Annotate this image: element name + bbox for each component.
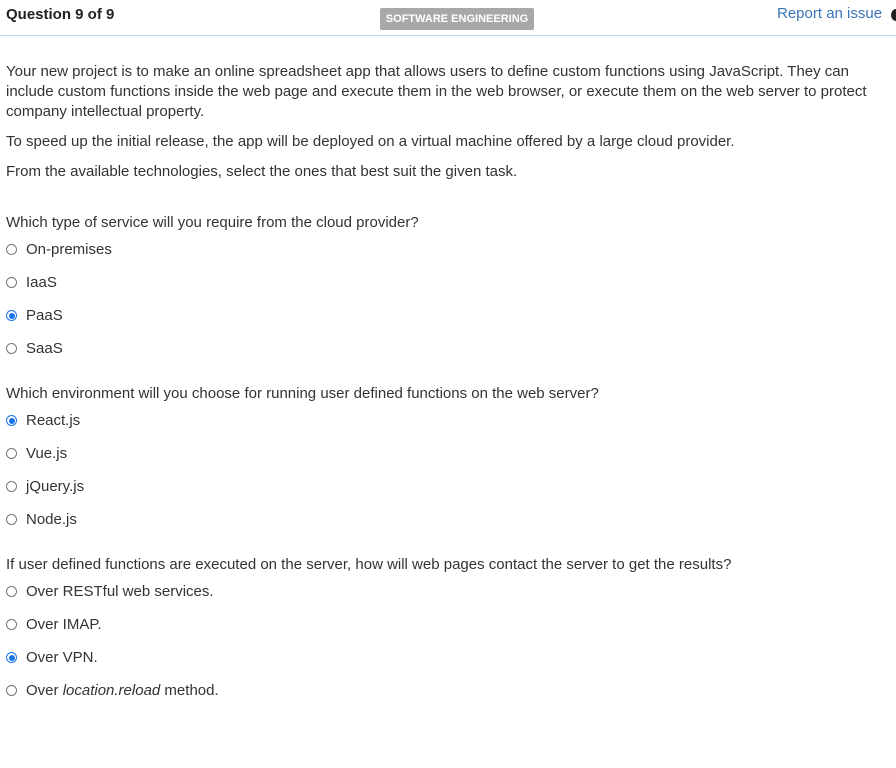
option-label: Over location.reload method. — [26, 682, 219, 699]
option-label: PaaS — [26, 307, 63, 324]
radio-icon[interactable] — [6, 685, 17, 696]
option-location-reload[interactable]: Over location.reload method. — [6, 674, 890, 707]
option-label: SaaS — [26, 340, 63, 357]
question-prompt-environment: Which environment will you choose for ru… — [6, 385, 599, 402]
option-label: Node.js — [26, 511, 77, 528]
option-label: Over VPN. — [26, 649, 98, 666]
question-counter: Question 9 of 9 — [6, 6, 115, 23]
radio-icon[interactable] — [6, 244, 17, 255]
radio-checked-icon[interactable] — [6, 652, 17, 663]
option-saas[interactable]: SaaS — [6, 332, 890, 365]
question-header: Question 9 of 9 SOFTWARE ENGINEERING Rep… — [0, 0, 896, 36]
option-label-code: location.reload — [62, 682, 161, 699]
option-label: Over IMAP. — [26, 616, 102, 633]
category-badge: SOFTWARE ENGINEERING — [380, 8, 534, 30]
option-label-prefix: Over — [26, 682, 63, 699]
radio-checked-icon[interactable] — [6, 415, 17, 426]
question-content: Your new project is to make an online sp… — [6, 62, 890, 707]
radio-icon[interactable] — [6, 586, 17, 597]
radio-icon[interactable] — [6, 619, 17, 630]
option-imap[interactable]: Over IMAP. — [6, 608, 890, 641]
radio-icon[interactable] — [6, 481, 17, 492]
option-label: jQuery.js — [26, 478, 85, 495]
option-label-suffix: method. — [160, 682, 219, 699]
option-on-premises[interactable]: On-premises — [6, 233, 890, 266]
option-label: Over RESTful web services. — [26, 583, 214, 600]
report-issue-link[interactable]: Report an issue — [777, 5, 882, 22]
options-environment: React.js Vue.js jQuery.js Node.js — [6, 404, 890, 536]
options-service: On-premises IaaS PaaS SaaS — [6, 233, 890, 365]
radio-icon[interactable] — [6, 448, 17, 459]
option-label: React.js — [26, 412, 81, 429]
option-jquery[interactable]: jQuery.js — [6, 470, 890, 503]
question-prompt-service: Which type of service will you require f… — [6, 214, 419, 231]
option-label: Vue.js — [26, 445, 68, 462]
report-issue-icon[interactable] — [891, 9, 896, 21]
option-node[interactable]: Node.js — [6, 503, 890, 536]
intro-paragraph: Your new project is to make an online sp… — [6, 63, 867, 120]
option-iaas[interactable]: IaaS — [6, 266, 890, 299]
option-label: On-premises — [26, 241, 112, 258]
radio-icon[interactable] — [6, 343, 17, 354]
option-react[interactable]: React.js — [6, 404, 890, 437]
intro-paragraph: From the available technologies, select … — [6, 163, 518, 180]
options-contact: Over RESTful web services. Over IMAP. Ov… — [6, 575, 890, 707]
option-restful[interactable]: Over RESTful web services. — [6, 575, 890, 608]
option-vpn[interactable]: Over VPN. — [6, 641, 890, 674]
radio-icon[interactable] — [6, 277, 17, 288]
radio-checked-icon[interactable] — [6, 310, 17, 321]
radio-icon[interactable] — [6, 514, 17, 525]
option-paas[interactable]: PaaS — [6, 299, 890, 332]
intro-paragraph: To speed up the initial release, the app… — [6, 133, 735, 150]
question-prompt-contact: If user defined functions are executed o… — [6, 556, 732, 573]
option-vue[interactable]: Vue.js — [6, 437, 890, 470]
option-label: IaaS — [26, 274, 57, 291]
